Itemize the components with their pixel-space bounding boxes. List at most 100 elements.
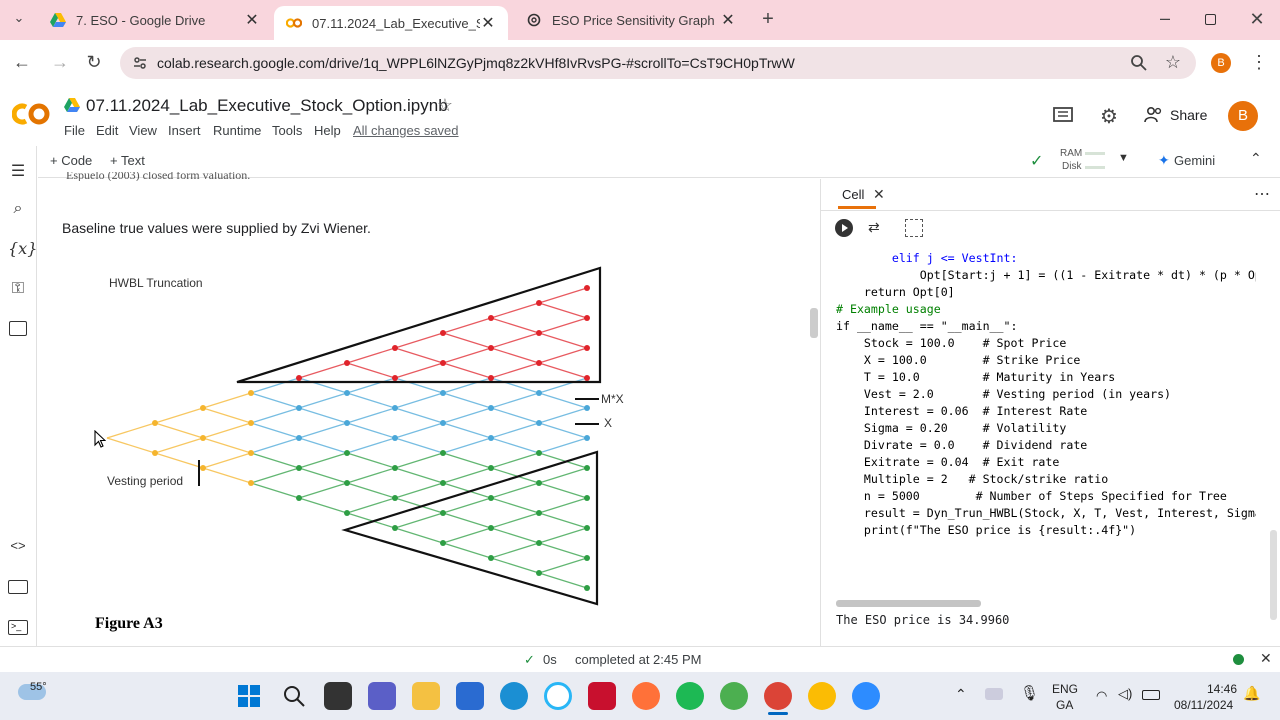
bookmark-star-icon[interactable]: ☆: [1163, 52, 1183, 73]
lattice-edge: [202, 437, 252, 454]
restore-icon[interactable]: [1205, 14, 1216, 25]
star-icon[interactable]: ☆: [435, 95, 455, 116]
panel-more-icon[interactable]: ⋯: [1254, 184, 1270, 204]
file-explorer-icon[interactable]: [412, 682, 440, 710]
zoom-icon[interactable]: [1130, 54, 1148, 72]
terminal-icon[interactable]: >_: [8, 620, 28, 635]
tab-search-icon[interactable]: ⌄: [8, 10, 30, 26]
browser-menu-icon[interactable]: ⋮: [1250, 52, 1268, 73]
colab-logo[interactable]: [11, 100, 52, 128]
collapse-cell-icon[interactable]: ⇄: [868, 219, 880, 236]
table-of-contents-icon[interactable]: ☰: [8, 161, 28, 181]
menu-view[interactable]: View: [129, 123, 157, 138]
firefox-icon[interactable]: [632, 682, 660, 710]
clock-date[interactable]: 08/11/2024: [1174, 698, 1233, 712]
search-taskbar-icon[interactable]: [282, 684, 306, 708]
lattice-edge: [538, 572, 588, 589]
menu-insert[interactable]: Insert: [168, 123, 201, 138]
language-line1[interactable]: ENG: [1052, 682, 1078, 696]
notifications-bell-icon[interactable]: 🔔: [1243, 685, 1260, 702]
code-horizontal-scrollbar[interactable]: [836, 600, 981, 607]
back-icon[interactable]: ←: [12, 52, 32, 73]
add-code-button[interactable]: + Code: [50, 153, 92, 168]
menu-tools[interactable]: Tools: [272, 123, 302, 138]
tab-colab-notebook[interactable]: 07.11.2024_Lab_Executive_Stock ✕: [274, 6, 508, 40]
completion-status: completed at 2:45 PM: [575, 652, 702, 667]
main-scrollbar[interactable]: [810, 308, 818, 338]
menu-edit[interactable]: Edit: [96, 123, 118, 138]
volume-icon[interactable]: ◁): [1118, 686, 1132, 702]
mcafee-icon[interactable]: [588, 682, 616, 710]
profile-avatar[interactable]: B: [1211, 53, 1231, 73]
close-tab-icon[interactable]: ✕: [480, 13, 496, 33]
menu-runtime[interactable]: Runtime: [213, 123, 261, 138]
variables-icon[interactable]: {x}: [8, 239, 37, 259]
drive-icon[interactable]: [64, 98, 80, 112]
lattice-node: [392, 465, 398, 471]
files-folder-icon[interactable]: [9, 321, 27, 336]
windows-start-icon[interactable]: [237, 684, 261, 708]
teams-icon[interactable]: [368, 682, 396, 710]
code-editor[interactable]: elif j <= VestInt: Opt[Start:j + 1] = ((…: [836, 240, 1256, 595]
close-panel-icon[interactable]: ✕: [873, 186, 885, 203]
close-tab-icon[interactable]: ✕: [244, 10, 260, 30]
tray-app-icon[interactable]: [985, 688, 1003, 700]
chrome-icon[interactable]: [720, 682, 748, 710]
close-tab-icon[interactable]: ✕: [720, 10, 736, 30]
forward-icon[interactable]: →: [50, 52, 70, 73]
settings-gear-icon[interactable]: ⚙: [1098, 104, 1120, 129]
lattice-edge: [346, 377, 396, 394]
lattice-node: [392, 525, 398, 531]
new-tab-icon[interactable]: +: [758, 8, 778, 31]
tab-google-drive[interactable]: 7. ESO - Google Drive ✕: [38, 0, 272, 40]
lattice-edge: [202, 407, 252, 424]
site-info-icon[interactable]: [132, 55, 148, 71]
notebook-title[interactable]: 07.11.2024_Lab_Executive_Stock_Option.ip…: [86, 96, 448, 116]
close-status-icon[interactable]: ✕: [1260, 650, 1272, 667]
language-line2[interactable]: GA: [1056, 698, 1073, 712]
search-icon[interactable]: ⌕: [8, 200, 28, 220]
zoom-app-icon[interactable]: [852, 682, 880, 710]
comment-icon[interactable]: [1053, 107, 1073, 125]
secrets-key-icon[interactable]: ⚿: [8, 280, 28, 300]
chrome-active-icon[interactable]: [764, 682, 792, 710]
chrome-profile-icon[interactable]: [808, 682, 836, 710]
lattice-edge: [538, 287, 588, 304]
battery-icon[interactable]: [1142, 690, 1160, 700]
lattice-edge: [298, 467, 348, 484]
edge-icon[interactable]: [500, 682, 528, 710]
collapse-header-icon[interactable]: ⌃: [1250, 150, 1262, 167]
clock-time[interactable]: 14:46: [1207, 682, 1237, 696]
code-snippets-icon[interactable]: <>: [8, 538, 28, 558]
minimize-icon[interactable]: –: [1155, 8, 1175, 29]
tab-chatgpt[interactable]: ESO Price Sensitivity Graph ✕: [514, 0, 748, 40]
tray-chevron-icon[interactable]: ⌃: [955, 686, 967, 703]
close-window-icon[interactable]: ✕: [1247, 9, 1267, 30]
run-cell-button[interactable]: [835, 219, 853, 237]
lattice-node: [344, 450, 350, 456]
menu-help[interactable]: Help: [314, 123, 341, 138]
lattice-edge: [394, 467, 444, 484]
gemini-button[interactable]: Gemini: [1174, 153, 1215, 168]
lattice-node: [440, 450, 446, 456]
command-palette-icon[interactable]: [8, 580, 28, 594]
panel-tab-cell[interactable]: Cell: [842, 187, 864, 202]
wifi-icon[interactable]: ◠: [1096, 688, 1107, 704]
menu-file[interactable]: File: [64, 123, 85, 138]
task-view-icon[interactable]: [324, 682, 352, 710]
microphone-icon[interactable]: 🎙: [1020, 684, 1039, 702]
copy-to-cell-icon[interactable]: [905, 219, 923, 237]
resources-dropdown-icon[interactable]: ▼: [1118, 152, 1129, 164]
spotify-icon[interactable]: [676, 682, 704, 710]
lattice-edge: [490, 302, 540, 319]
share-button[interactable]: Share: [1144, 105, 1236, 127]
save-status[interactable]: All changes saved: [353, 123, 459, 138]
cortana-icon[interactable]: [544, 682, 572, 710]
store-icon[interactable]: [456, 682, 484, 710]
add-text-button[interactable]: + Text: [110, 153, 145, 168]
account-avatar[interactable]: B: [1228, 101, 1258, 131]
panel-scrollbar[interactable]: [1270, 530, 1277, 620]
lattice-node: [392, 405, 398, 411]
reload-icon[interactable]: ↻: [84, 52, 104, 73]
status-check-icon: ✓: [524, 652, 535, 667]
